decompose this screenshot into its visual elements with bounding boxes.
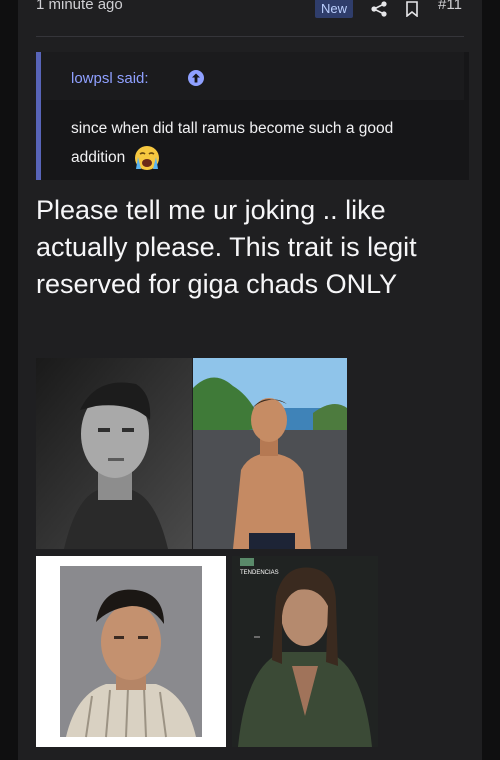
attached-image-1[interactable]	[36, 358, 192, 549]
quote-text-content: since when did tall ramus become such a …	[71, 120, 394, 166]
header-divider	[36, 36, 464, 37]
share-icon[interactable]	[370, 0, 388, 18]
attached-image-2[interactable]	[193, 358, 347, 549]
attached-image-4[interactable]: TENDENCIAS	[232, 556, 378, 747]
quote-author-link[interactable]: lowpsl said:	[71, 70, 149, 87]
crying-face-emoji-icon	[134, 145, 160, 171]
post-timestamp[interactable]: 1 minute ago	[36, 0, 123, 13]
bookmark-icon[interactable]	[404, 1, 420, 18]
quote-header: lowpsl said:	[41, 52, 464, 100]
post-number-link[interactable]: #11	[438, 0, 462, 13]
attached-image-3[interactable]	[36, 556, 226, 747]
quote-text: since when did tall ramus become such a …	[71, 114, 451, 172]
forum-post: 1 minute ago New #11 lowpsl said: since …	[18, 0, 482, 760]
new-badge: New	[315, 0, 354, 18]
reply-text: Please tell me ur joking .. like actuall…	[36, 195, 417, 299]
jump-to-quote-icon[interactable]	[187, 69, 205, 87]
cover-title-text: TENDENCIAS	[240, 570, 279, 576]
post-header: 1 minute ago New #11	[18, 0, 482, 22]
quote-block: lowpsl said: since when did tall ramus b…	[36, 52, 469, 180]
